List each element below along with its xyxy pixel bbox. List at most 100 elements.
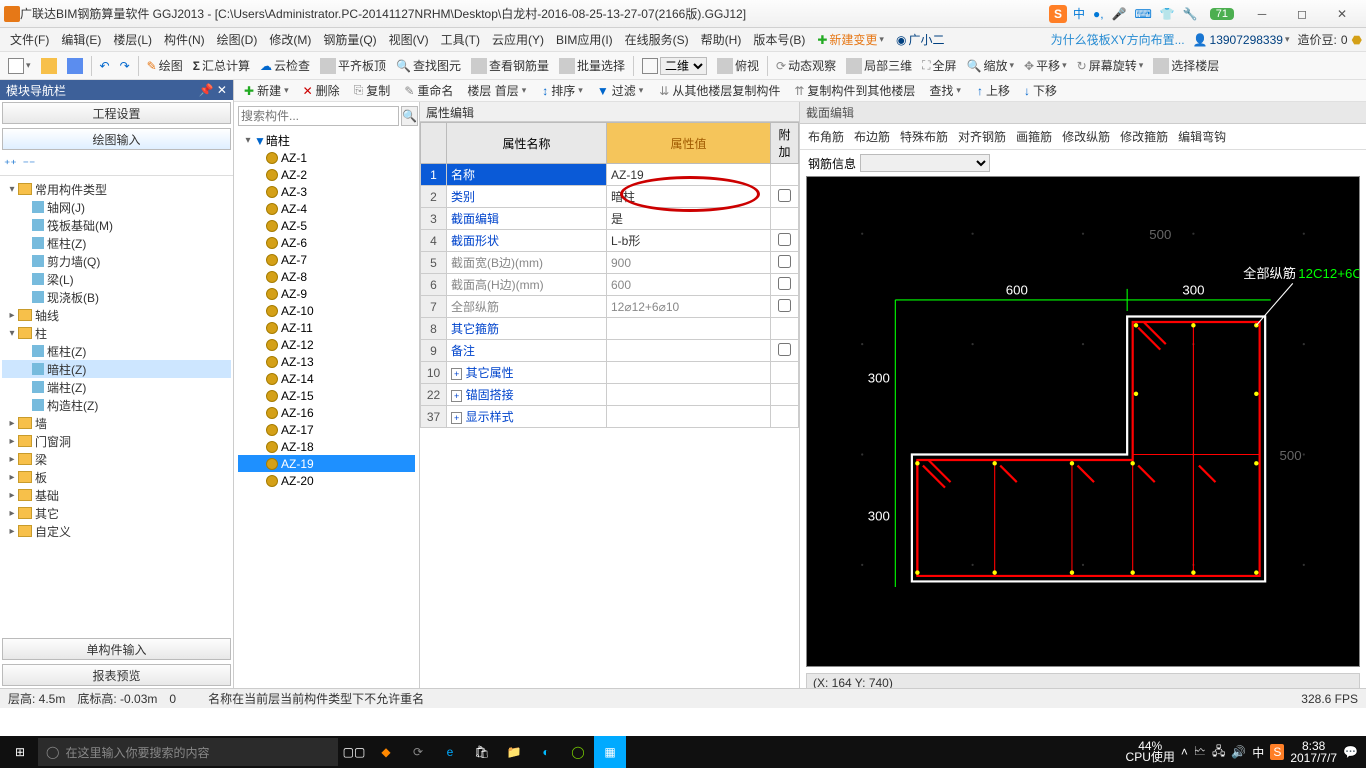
copy-to-floor-button[interactable]: ⇈复制构件到其他楼层 <box>788 80 921 101</box>
ime-mic-icon[interactable]: 🎤 <box>1110 7 1129 21</box>
component-tree[interactable]: ▾▼ 暗柱AZ-1AZ-2AZ-3AZ-4AZ-5AZ-6AZ-7AZ-8AZ-… <box>234 130 419 697</box>
tree-node[interactable]: 构造柱(Z) <box>2 396 231 414</box>
menu-component[interactable]: 构件(N) <box>158 29 211 50</box>
tb-app-1[interactable]: ◆ <box>370 736 402 768</box>
section-tab[interactable]: 布边筋 <box>854 128 890 145</box>
cloud-check-button[interactable]: ☁云检查 <box>256 55 314 76</box>
tray-notification-icon[interactable]: 💬 <box>1343 745 1358 759</box>
zoom-button[interactable]: 🔍缩放▾ <box>963 55 1019 76</box>
addl-checkbox[interactable] <box>778 233 791 246</box>
prop-row[interactable]: 3截面编辑是 <box>421 208 799 230</box>
comp-item[interactable]: AZ-14 <box>238 370 415 387</box>
prop-row[interactable]: 22+ 锚固搭接 <box>421 384 799 406</box>
addl-checkbox[interactable] <box>778 343 791 356</box>
tree-node[interactable]: ▸其它 <box>2 504 231 522</box>
top-view-button[interactable]: 俯视 <box>713 55 763 76</box>
tb-app-5[interactable]: ▦ <box>594 736 626 768</box>
2d-select[interactable]: 二维 <box>660 57 707 75</box>
comp-item[interactable]: AZ-1 <box>238 149 415 166</box>
move-up-button[interactable]: ↑上移 <box>971 80 1016 101</box>
menu-file[interactable]: 文件(F) <box>4 29 55 50</box>
tree-node[interactable]: ▸墙 <box>2 414 231 432</box>
section-canvas[interactable]: 600 300 300 300 500 500 <box>806 176 1360 667</box>
prop-row[interactable]: 7全部纵筋12⌀12+6⌀10 <box>421 296 799 318</box>
menu-help[interactable]: 帮助(H) <box>695 29 748 50</box>
comp-item[interactable]: AZ-10 <box>238 302 415 319</box>
new-change-button[interactable]: ✚新建变更▾ <box>811 29 890 50</box>
find-button[interactable]: 查找▾ <box>923 80 967 101</box>
ime-kbd-icon[interactable]: ⌨ <box>1133 7 1154 21</box>
comp-item[interactable]: AZ-4 <box>238 200 415 217</box>
tray-sogou-icon[interactable]: S <box>1270 744 1284 760</box>
menu-modify[interactable]: 修改(M) <box>263 29 317 50</box>
tb-store[interactable]: 🛍 <box>466 736 498 768</box>
sort-button[interactable]: ↕排序▾ <box>536 80 589 101</box>
prop-row[interactable]: 5截面宽(B边)(mm)900 <box>421 252 799 274</box>
tray-battery-icon[interactable]: 🗠 <box>1194 742 1206 763</box>
minimize-button[interactable]: ─ <box>1242 4 1282 24</box>
view-rebar-button[interactable]: 查看钢筋量 <box>467 55 553 76</box>
tree-node[interactable]: ▸板 <box>2 468 231 486</box>
component-type-tree[interactable]: ▾常用构件类型轴网(J)筏板基础(M)框柱(Z)剪力墙(Q)梁(L)现浇板(B)… <box>0 176 233 636</box>
tb-app-4[interactable]: ◯ <box>562 736 594 768</box>
single-component-button[interactable]: 单构件输入 <box>2 638 231 660</box>
addl-checkbox[interactable] <box>778 189 791 202</box>
find-element-button[interactable]: 🔍查找图元 <box>392 55 465 76</box>
batch-select-button[interactable]: 批量选择 <box>555 55 629 76</box>
section-tab[interactable]: 修改箍筋 <box>1120 128 1168 145</box>
section-tab[interactable]: 特殊布筋 <box>900 128 948 145</box>
comp-item[interactable]: AZ-5 <box>238 217 415 234</box>
ime-tool-icon[interactable]: 🔧 <box>1181 7 1200 21</box>
task-view-button[interactable]: ▢▢ <box>338 736 370 768</box>
section-tab[interactable]: 对齐钢筋 <box>958 128 1006 145</box>
ime-punct-icon[interactable]: ●, <box>1091 7 1106 21</box>
report-preview-button[interactable]: 报表预览 <box>2 664 231 686</box>
tree-node[interactable]: ▸自定义 <box>2 522 231 540</box>
tree-node[interactable]: ▸轴线 <box>2 306 231 324</box>
tree-node[interactable]: ▸门窗洞 <box>2 432 231 450</box>
redo-button[interactable]: ↷ <box>116 57 134 75</box>
tb-edge[interactable]: e <box>434 736 466 768</box>
tray-network-icon[interactable]: 🖧 <box>1212 742 1225 763</box>
search-input[interactable] <box>238 106 399 126</box>
credits-display[interactable]: 造价豆:0⬣ <box>1297 31 1362 48</box>
tray-clock[interactable]: 8:382017/7/7 <box>1290 740 1337 764</box>
tree-node[interactable]: ▾柱 <box>2 324 231 342</box>
menu-draw[interactable]: 绘图(D) <box>211 29 264 50</box>
comp-item[interactable]: AZ-19 <box>238 455 415 472</box>
ime-toolbar[interactable]: S 中 ●, 🎤 ⌨ 👕 🔧 <box>1049 5 1200 23</box>
start-button[interactable]: ⊞ <box>2 736 38 768</box>
prop-row[interactable]: 37+ 显示样式 <box>421 406 799 428</box>
tray-up-icon[interactable]: ˄ <box>1181 745 1188 759</box>
tree-node[interactable]: 剪力墙(Q) <box>2 252 231 270</box>
tree-expand-icon[interactable]: ⁺⁺ <box>4 157 17 171</box>
tree-node[interactable]: 筏板基础(M) <box>2 216 231 234</box>
project-settings-button[interactable]: 工程设置 <box>2 102 231 124</box>
tree-node[interactable]: 端柱(Z) <box>2 378 231 396</box>
tree-node[interactable]: 暗柱(Z) <box>2 360 231 378</box>
menu-tools[interactable]: 工具(T) <box>435 29 486 50</box>
section-tab[interactable]: 布角筋 <box>808 128 844 145</box>
draw-button[interactable]: ✎绘图 <box>143 55 187 76</box>
maximize-button[interactable]: ◻ <box>1282 4 1322 24</box>
tree-collapse-icon[interactable]: ⁻⁻ <box>23 157 36 171</box>
ime-skin-icon[interactable]: 👕 <box>1158 7 1177 21</box>
comp-item[interactable]: AZ-7 <box>238 251 415 268</box>
menu-version[interactable]: 版本号(B) <box>747 29 811 50</box>
menu-view[interactable]: 视图(V) <box>383 29 435 50</box>
taskbar-search[interactable]: ◯ 在这里输入你要搜索的内容 <box>38 738 338 766</box>
tray-ime[interactable]: 中 <box>1252 744 1264 761</box>
menu-online[interactable]: 在线服务(S) <box>619 29 695 50</box>
comp-item[interactable]: AZ-2 <box>238 166 415 183</box>
tree-node[interactable]: ▸基础 <box>2 486 231 504</box>
comp-item[interactable]: AZ-13 <box>238 353 415 370</box>
rotate-screen-button[interactable]: ↻屏幕旋转▾ <box>1073 55 1148 76</box>
open-button[interactable] <box>37 56 61 76</box>
align-top-button[interactable]: 平齐板顶 <box>316 55 390 76</box>
close-button[interactable]: ✕ <box>1322 4 1362 24</box>
comp-item[interactable]: AZ-17 <box>238 421 415 438</box>
tree-node[interactable]: ▾常用构件类型 <box>2 180 231 198</box>
filter-button[interactable]: ▼过滤▾ <box>591 80 649 101</box>
comp-item[interactable]: AZ-15 <box>238 387 415 404</box>
new-file-button[interactable]: ▾ <box>4 56 35 76</box>
